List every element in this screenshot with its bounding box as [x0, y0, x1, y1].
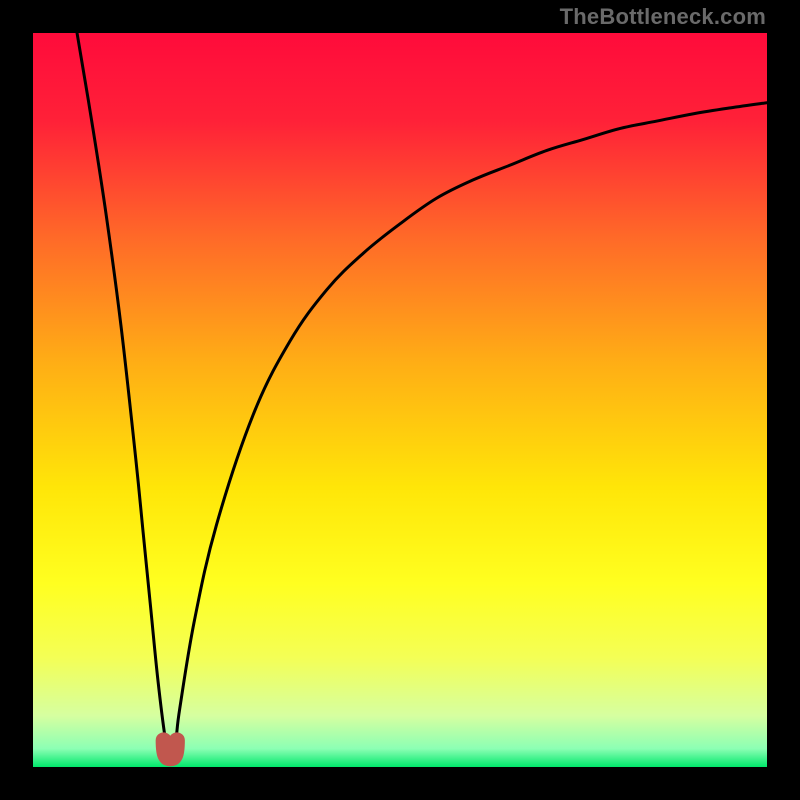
watermark-text: TheBottleneck.com: [560, 4, 766, 30]
chart-frame: TheBottleneck.com: [0, 0, 800, 800]
curve-layer: [33, 33, 767, 767]
bottleneck-curve: [77, 33, 767, 754]
minimum-marker: [164, 740, 177, 758]
plot-area: [33, 33, 767, 767]
